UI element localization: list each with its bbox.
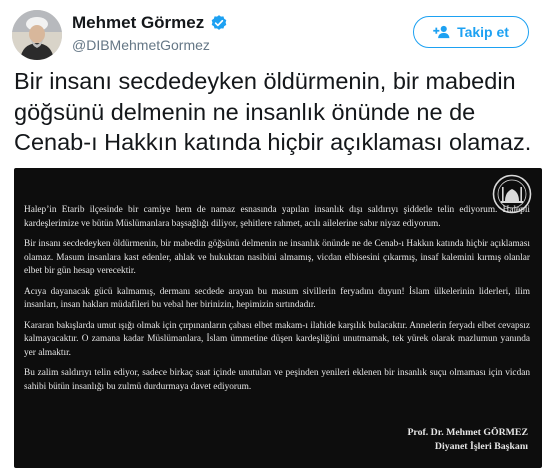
- follow-button[interactable]: Takip et: [413, 16, 529, 48]
- statement-text: Halep’in Etarib ilçesinde bir camiye hem…: [24, 204, 530, 401]
- tweet-text: Bir insanı secdedeyken öldürmenin, bir m…: [14, 68, 532, 155]
- display-name[interactable]: Mehmet Görmez: [72, 13, 204, 33]
- verified-badge-icon: [211, 15, 227, 30]
- statement-paragraph: Bir insanı secdedeyken öldürmenin, bir m…: [24, 239, 530, 276]
- statement-paragraph: Bu zalim saldırıyı telin ediyor, sadece …: [24, 368, 530, 392]
- statement-paragraph: Kararan bakışlarda umut ışığı olmak için…: [24, 320, 530, 358]
- statement-paragraph: Halep’in Etarib ilçesinde bir camiye hem…: [24, 205, 530, 229]
- follow-button-label: Takip et: [457, 24, 509, 40]
- add-user-icon: [433, 25, 450, 39]
- signature-title: Diyanet İşleri Başkanı: [434, 441, 528, 452]
- avatar-photo-icon: [12, 10, 62, 60]
- signature: Prof. Dr. Mehmet GÖRMEZ Diyanet İşleri B…: [407, 426, 528, 454]
- signature-name: Prof. Dr. Mehmet GÖRMEZ: [407, 427, 528, 438]
- tweet-media-image[interactable]: Halep’in Etarib ilçesinde bir camiye hem…: [14, 168, 542, 468]
- user-handle[interactable]: @DIBMehmetGormez: [72, 37, 210, 53]
- tweet-header: Mehmet Görmez @DIBMehmetGormez Takip et: [0, 0, 555, 62]
- avatar[interactable]: [12, 10, 62, 60]
- statement-paragraph: Acıya dayanacak gücü kalmamış, dermanı s…: [24, 286, 530, 311]
